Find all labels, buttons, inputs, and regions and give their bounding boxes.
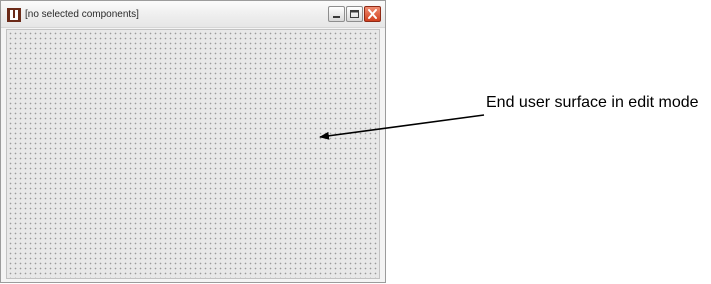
maximize-icon (350, 10, 359, 18)
designer-window: [no selected components] (0, 0, 386, 283)
title-bar[interactable]: [no selected components] (1, 1, 385, 28)
end-user-design-surface[interactable] (6, 29, 380, 279)
callout-label: End user surface in edit mode (486, 94, 699, 111)
app-logo-icon[interactable] (7, 8, 21, 22)
close-icon (368, 9, 377, 19)
close-button[interactable] (364, 6, 381, 22)
maximize-button[interactable] (346, 6, 363, 22)
minimize-icon (333, 16, 340, 18)
window-title: [no selected components] (25, 9, 139, 20)
minimize-button[interactable] (328, 6, 345, 22)
